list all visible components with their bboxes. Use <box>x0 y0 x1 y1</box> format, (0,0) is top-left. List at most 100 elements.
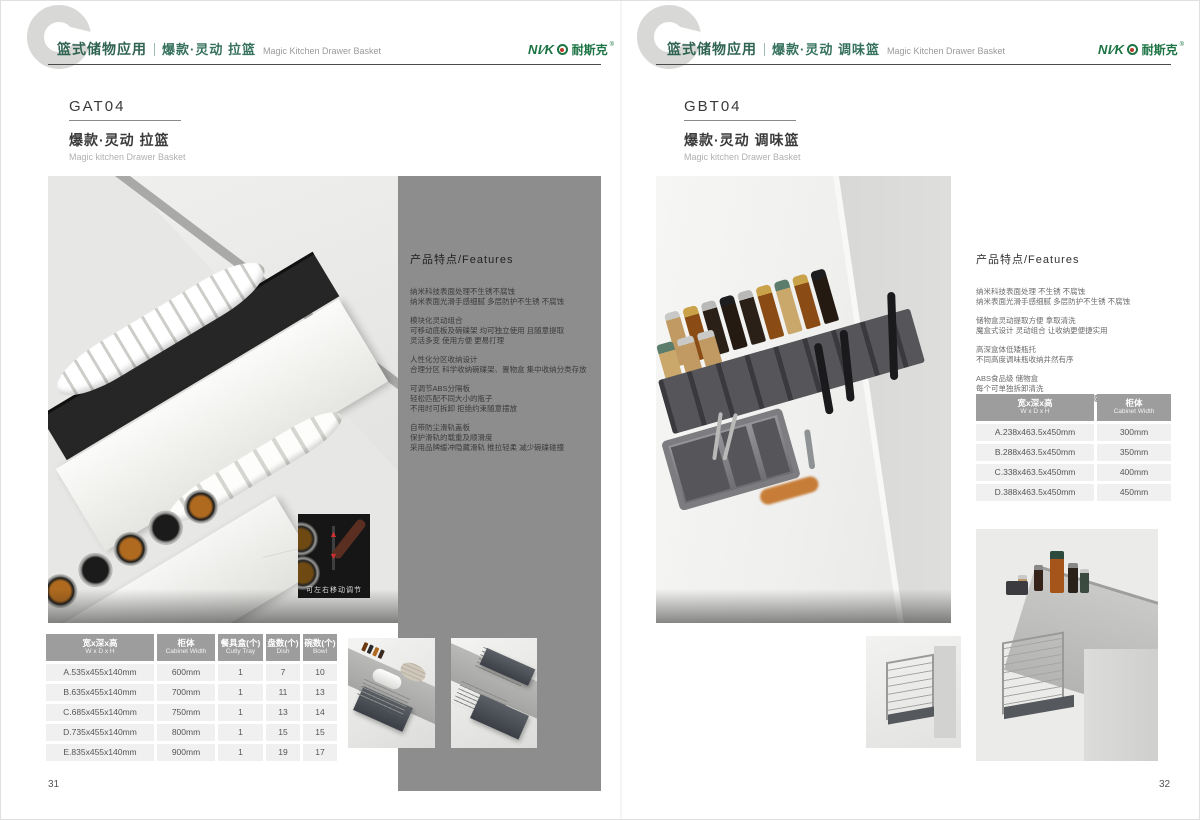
feature-line: 自带防尘滑轨盖板 <box>410 423 592 433</box>
table-cell: E.835x455x140mm <box>46 744 154 761</box>
brand-logo-zh: 耐斯克 <box>1142 41 1178 58</box>
feature-line: 魔盒式设计 灵动组合 让收纳更便捷实用 <box>976 326 1171 336</box>
product-name-en: Magic kitchen Drawer Basket <box>684 152 801 162</box>
feature-line: 纳米表面光滑手感细腻 多层防护不生锈 不腐蚀 <box>976 297 1171 307</box>
thumb-photo-basket-1 <box>348 638 435 748</box>
corkscrew <box>804 429 816 469</box>
header-title: 爆款·灵动 拉篮 <box>162 39 256 58</box>
table-cell: 900mm <box>157 744 215 761</box>
feature-line: 高深盒体低矮瓶托 <box>976 345 1171 355</box>
brand-logo-o-icon <box>557 44 568 55</box>
thumb-photo-wire-basket <box>866 636 961 748</box>
table-header-cell: 柜体Cabinet Width <box>1097 394 1171 421</box>
table-cell: 15 <box>303 724 337 741</box>
header-title: 爆款·灵动 调味篮 <box>772 39 880 58</box>
feature-paragraph: 储物盒灵动提取方便 拿取清洗 魔盒式设计 灵动组合 让收纳更便捷实用 <box>976 316 1171 336</box>
registered-mark: ® <box>1180 42 1184 48</box>
catalog-spread: 篮式储物应用 爆款·灵动 拉篮 Magic Kitchen Drawer Bas… <box>0 0 1200 820</box>
table-header-cell: 盘数(个)Dish <box>266 634 300 661</box>
table-cell: D.388x463.5x450mm <box>976 484 1094 501</box>
table-cell: 14 <box>303 704 337 721</box>
product-name-zh: 爆款·灵动 调味篮 <box>684 130 801 150</box>
model-block-left: GAT04 爆款·灵动 拉篮 Magic kitchen Drawer Bask… <box>69 98 186 162</box>
feature-line: 灵活多变 使用方便 更易打理 <box>410 336 592 346</box>
inset-caption: 可左右移动调节 <box>298 585 370 595</box>
brand-logo: NI∕K 耐斯克 ® <box>528 41 614 58</box>
feature-paragraph: 纳米科技表面处理 不生锈 不腐蚀 纳米表面光滑手感细腻 多层防护不生锈 不腐蚀 <box>976 287 1171 307</box>
bottle <box>1080 569 1089 593</box>
bottle <box>1068 563 1078 593</box>
main-photo-spice-basket <box>656 176 951 623</box>
table-cell: 1 <box>218 684 263 701</box>
feature-line: 纳米科技表面处理 不生锈 不腐蚀 <box>976 287 1171 297</box>
table-cell: 19 <box>266 744 300 761</box>
page-number-right: 32 <box>1159 779 1170 790</box>
table-cell: A.535x455x140mm <box>46 664 154 681</box>
feature-line: ABS食品级 储物盒 <box>976 374 1171 384</box>
feature-line: 不用时可拆卸 拒绝约束随意摆放 <box>410 404 592 414</box>
table-cell: B.288x463.5x450mm <box>976 444 1094 461</box>
pot <box>72 547 119 594</box>
table-cell: 450mm <box>1097 484 1171 501</box>
features-left: 产品特点/Features 纳米科技表面处理不生锈不腐蚀 纳米表面光滑手感细腻 … <box>410 251 592 462</box>
feature-paragraph: 自带防尘滑轨盖板 保护滑轨的载重及顺滑度 采用品牌缓冲隐藏滑轨 推拉轻柔 减少碗… <box>410 423 592 453</box>
center-fold <box>620 1 623 819</box>
feature-line: 轻松匹配不同大小的瓶子 <box>410 394 592 404</box>
page-header-right: 篮式储物应用 爆款·灵动 调味篮 Magic Kitchen Drawer Ba… <box>667 39 1005 59</box>
feature-line: 纳米科技表面处理不生锈不腐蚀 <box>410 287 592 297</box>
table-cell: 11 <box>266 684 300 701</box>
feature-line: 不同高度调味瓶收纳井然有序 <box>976 355 1171 365</box>
inset-bowl <box>298 522 318 556</box>
table-cell: 600mm <box>157 664 215 681</box>
brand-logo-text: NI∕K <box>528 42 555 57</box>
oil-bottle <box>1050 551 1064 593</box>
table-cell: 7 <box>266 664 300 681</box>
photo-countertop-basket <box>976 529 1158 761</box>
product-name-zh: 爆款·灵动 拉篮 <box>69 130 186 150</box>
table-cell: 400mm <box>1097 464 1171 481</box>
feature-line: 模块化灵动组合 <box>410 316 592 326</box>
table-cell: B.635x455x140mm <box>46 684 154 701</box>
feature-paragraph: 纳米科技表面处理不生锈不腐蚀 纳米表面光滑手感细腻 多层防护不生锈 不腐蚀 <box>410 287 592 307</box>
knife-handle <box>887 292 898 380</box>
table-header-cell: 碗数(个)Bowl <box>303 634 337 661</box>
table-cell: 700mm <box>157 684 215 701</box>
features-title: 产品特点/Features <box>410 251 592 267</box>
table-cell: 15 <box>266 724 300 741</box>
header-subtitle: Magic Kitchen Drawer Basket <box>887 46 1005 56</box>
inset-detail-photo: ▲ ▼ 可左右移动调节 <box>298 514 370 598</box>
table-cell: C.338x463.5x450mm <box>976 464 1094 481</box>
model-code: GBT04 <box>684 98 801 115</box>
table-header-cell: 餐具盒(个)Cutly Tray <box>218 634 263 661</box>
table-header-cell: 宽x深x高W x D x H <box>976 394 1094 421</box>
table-cell: 1 <box>218 744 263 761</box>
thumb-photo-basket-2 <box>451 638 537 748</box>
feature-line: 储物盒灵动提取方便 拿取清洗 <box>976 316 1171 326</box>
brand-logo-zh: 耐斯克 <box>572 41 608 58</box>
spec-table-right: 宽x深x高W x D x H 柜体Cabinet Width A.238x463… <box>976 394 1171 501</box>
header-rule <box>656 64 1171 65</box>
brand-logo: NI∕K 耐斯克 ® <box>1098 41 1184 58</box>
feature-line: 每个可单独拆卸清洗 <box>976 384 1171 394</box>
model-block-right: GBT04 爆款·灵动 调味篮 Magic kitchen Drawer Bas… <box>684 98 801 162</box>
thumb-cabinet-side <box>934 646 956 738</box>
cabinet-drawers <box>1084 649 1158 761</box>
feature-paragraph: 高深盒体低矮瓶托 不同高度调味瓶收纳井然有序 <box>976 345 1171 365</box>
feature-line: 纳米表面光滑手感细腻 多层防护不生锈 不腐蚀 <box>410 297 592 307</box>
feature-line: 采用品牌缓冲隐藏滑轨 推拉轻柔 减少碗碟碰撞 <box>410 443 592 453</box>
red-arrow-up-icon: ▲ <box>329 530 338 539</box>
feature-paragraph: 模块化灵动组合 可移动底板及碗碟架 均可独立使用 且随意提取 灵活多变 使用方便… <box>410 316 592 346</box>
feature-line: 可移动底板及碗碟架 均可独立使用 且随意提取 <box>410 326 592 336</box>
features-right: 产品特点/Features 纳米科技表面处理 不生锈 不腐蚀 纳米表面光滑手感细… <box>976 251 1171 413</box>
table-cell: 1 <box>218 664 263 681</box>
page-number-left: 31 <box>48 779 59 790</box>
feature-paragraph: 可调节ABS分隔板 轻松匹配不同大小的瓶子 不用时可拆卸 拒绝约束随意摆放 <box>410 384 592 414</box>
bottle <box>1034 565 1043 591</box>
table-cell: 300mm <box>1097 424 1171 441</box>
table-cell: A.238x463.5x450mm <box>976 424 1094 441</box>
table-cell: 750mm <box>157 704 215 721</box>
photo-shadow <box>656 589 951 623</box>
model-underline <box>684 120 796 121</box>
table-cell: 800mm <box>157 724 215 741</box>
brand-logo-o-icon <box>1127 44 1138 55</box>
